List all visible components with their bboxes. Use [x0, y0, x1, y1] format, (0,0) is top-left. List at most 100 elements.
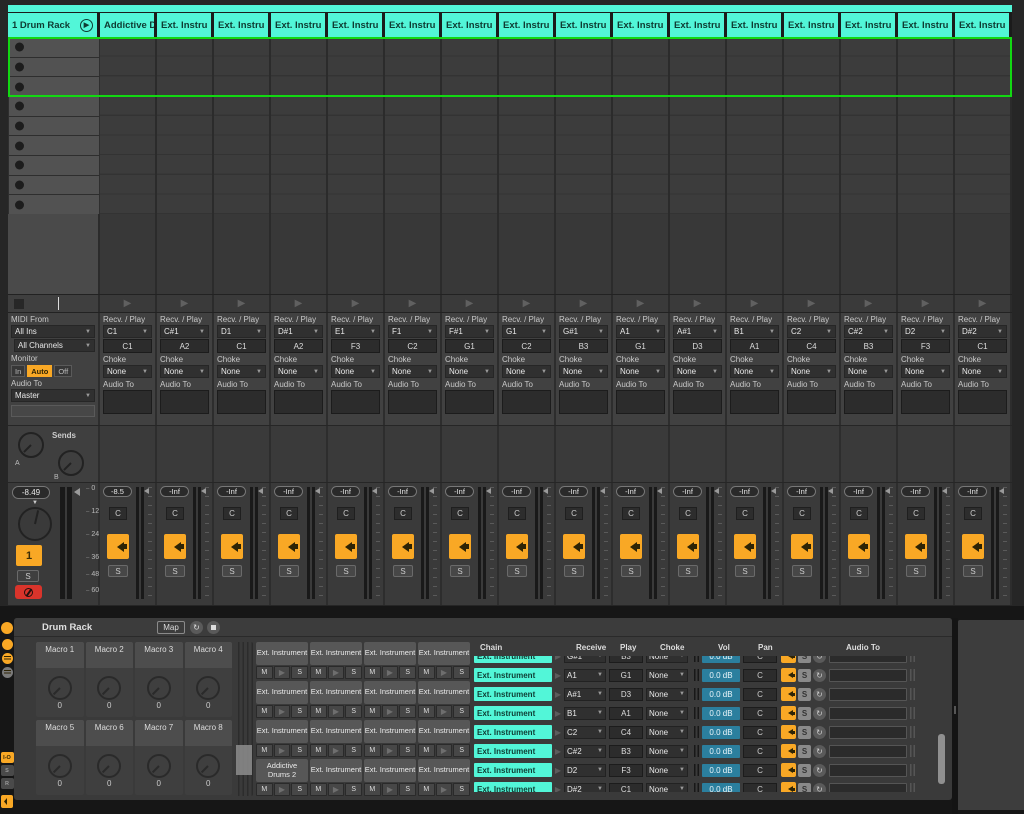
send-a-knob[interactable] — [18, 432, 44, 458]
volume-readout[interactable]: -Inf — [844, 486, 873, 497]
macro-knob[interactable] — [196, 754, 220, 778]
clip-slot[interactable] — [9, 77, 99, 96]
pan-box[interactable]: C — [850, 507, 868, 520]
track-activator-button[interactable] — [734, 534, 756, 559]
play-note-box[interactable]: C2 — [502, 339, 551, 353]
pad-name[interactable]: Ext. Instrument — [364, 720, 416, 743]
chain-receive-select[interactable]: B1▼ — [564, 707, 606, 720]
receive-note-select[interactable]: A1▼ — [616, 325, 665, 338]
midi-channel-select[interactable]: All Channels▼ — [14, 339, 95, 352]
empty-clip-slot-column[interactable] — [613, 37, 670, 214]
track-header[interactable]: Ext. Instru — [727, 13, 784, 37]
volume-readout[interactable]: -Inf — [160, 486, 189, 497]
pad-solo-button[interactable]: S — [345, 705, 362, 718]
scene-play-slot[interactable]: ▶ — [328, 295, 385, 312]
chain-choke-select[interactable]: None▼ — [646, 783, 688, 793]
track-header[interactable]: Ext. Instru — [328, 13, 385, 37]
scene-play-slot[interactable]: ▶ — [157, 295, 214, 312]
volume-knob[interactable] — [18, 507, 52, 541]
chain-hot-swap-icon[interactable]: ↻ — [813, 707, 826, 720]
choke-select[interactable]: None▼ — [388, 365, 437, 378]
track-activator-button[interactable] — [962, 534, 984, 559]
play-note-box[interactable]: B3 — [844, 339, 893, 353]
pan-box[interactable]: C — [394, 507, 412, 520]
drum-pad[interactable]: Ext. Instrument M ▶ S — [364, 642, 416, 679]
pad-mute-button[interactable]: M — [310, 705, 327, 718]
chain-audio-to-box[interactable] — [829, 669, 907, 682]
chain-solo-button[interactable]: S — [798, 688, 811, 701]
chain-audio-to-box[interactable] — [829, 707, 907, 720]
chain-play-note[interactable]: B3 — [609, 656, 643, 663]
chain-hot-swap-icon[interactable]: ↻ — [813, 669, 826, 682]
pad-name[interactable]: Ext. Instrument — [418, 759, 470, 782]
clip-slot[interactable] — [9, 156, 99, 175]
chain-hot-swap-icon[interactable]: ↻ — [813, 688, 826, 701]
chain-hot-swap-icon[interactable]: ↻ — [813, 783, 826, 793]
pan-box[interactable]: C — [451, 507, 469, 520]
scene-play-slot[interactable]: ▶ — [499, 295, 556, 312]
pad-play-icon[interactable]: ▶ — [436, 744, 453, 757]
pad-solo-button[interactable]: S — [345, 783, 362, 796]
chain-pan[interactable]: C — [743, 764, 777, 777]
solo-button[interactable]: S — [849, 565, 869, 577]
chain-hot-swap-icon[interactable]: ↻ — [813, 656, 826, 663]
clip-slot[interactable] — [9, 176, 99, 195]
chain-name[interactable]: Ext. Instrument — [474, 725, 552, 739]
audio-to-box[interactable] — [616, 390, 665, 414]
track-header[interactable]: Ext. Instru — [214, 13, 271, 37]
monitor-auto-button[interactable]: Auto — [27, 365, 52, 377]
pad-play-icon[interactable]: ▶ — [382, 744, 399, 757]
drum-pad[interactable]: Ext. Instrument M ▶ S — [418, 759, 470, 796]
pad-solo-button[interactable]: S — [291, 783, 308, 796]
monitor-off-button[interactable]: Off — [54, 365, 72, 377]
drum-pad[interactable]: Ext. Instrument M ▶ S — [418, 681, 470, 718]
chain-play-icon[interactable]: ▶ — [552, 785, 564, 793]
panel-resize-handle[interactable] — [952, 618, 958, 814]
pad-play-icon[interactable]: ▶ — [328, 705, 345, 718]
output-sub-box[interactable] — [11, 405, 95, 417]
chain-solo-button[interactable]: S — [798, 707, 811, 720]
chain-audio-to-box[interactable] — [829, 688, 907, 701]
scene-play-slot[interactable]: ▶ — [727, 295, 784, 312]
chain-volume[interactable]: 0.0 dB — [702, 707, 740, 720]
clip-slot[interactable] — [9, 195, 99, 214]
pan-box[interactable]: C — [622, 507, 640, 520]
pad-play-icon[interactable]: ▶ — [328, 666, 345, 679]
play-note-box[interactable]: B3 — [559, 339, 608, 353]
pan-box[interactable]: C — [736, 507, 754, 520]
track-header[interactable]: Ext. Instru — [499, 13, 556, 37]
play-note-box[interactable]: A2 — [160, 339, 209, 353]
pad-solo-button[interactable]: S — [453, 783, 470, 796]
chain-choke-select[interactable]: None▼ — [646, 726, 688, 739]
drum-pad[interactable]: Ext. Instrument M ▶ S — [310, 759, 362, 796]
pan-box[interactable]: C — [223, 507, 241, 520]
scene-play-slot[interactable]: ▶ — [613, 295, 670, 312]
pad-name[interactable]: Ext. Instrument — [310, 681, 362, 704]
audio-to-box[interactable] — [673, 390, 722, 414]
pad-mute-button[interactable]: M — [256, 666, 273, 679]
chain-audio-to-box[interactable] — [829, 764, 907, 777]
pad-name[interactable]: Ext. Instrument — [310, 642, 362, 665]
choke-select[interactable]: None▼ — [844, 365, 893, 378]
pad-mute-button[interactable]: M — [310, 783, 327, 796]
empty-clip-slot-column[interactable] — [214, 37, 271, 214]
chain-pan[interactable]: C — [743, 745, 777, 758]
chain-play-icon[interactable]: ▶ — [552, 656, 564, 661]
track-header[interactable]: Ext. Instru — [670, 13, 727, 37]
chain-solo-button[interactable]: S — [798, 745, 811, 758]
solo-button[interactable]: S — [108, 565, 128, 577]
scene-play-slot[interactable]: ▶ — [841, 295, 898, 312]
pad-play-icon[interactable]: ▶ — [274, 744, 291, 757]
chain-activator-button[interactable] — [781, 763, 796, 777]
pad-play-icon[interactable]: ▶ — [436, 705, 453, 718]
preview-play-icon[interactable]: ▶ — [80, 19, 93, 32]
volume-readout[interactable]: -Inf — [559, 486, 588, 497]
track-activator-button[interactable] — [506, 534, 528, 559]
macro-view-icon[interactable] — [2, 639, 13, 650]
pad-name[interactable]: Ext. Instrument — [418, 720, 470, 743]
chain-receive-select[interactable]: G#1▼ — [564, 656, 606, 663]
receive-note-select[interactable]: F#1▼ — [445, 325, 494, 338]
chain-receive-select[interactable]: C#2▼ — [564, 745, 606, 758]
empty-clip-slot-column[interactable] — [100, 37, 157, 214]
pad-name[interactable]: Ext. Instrument — [310, 759, 362, 782]
